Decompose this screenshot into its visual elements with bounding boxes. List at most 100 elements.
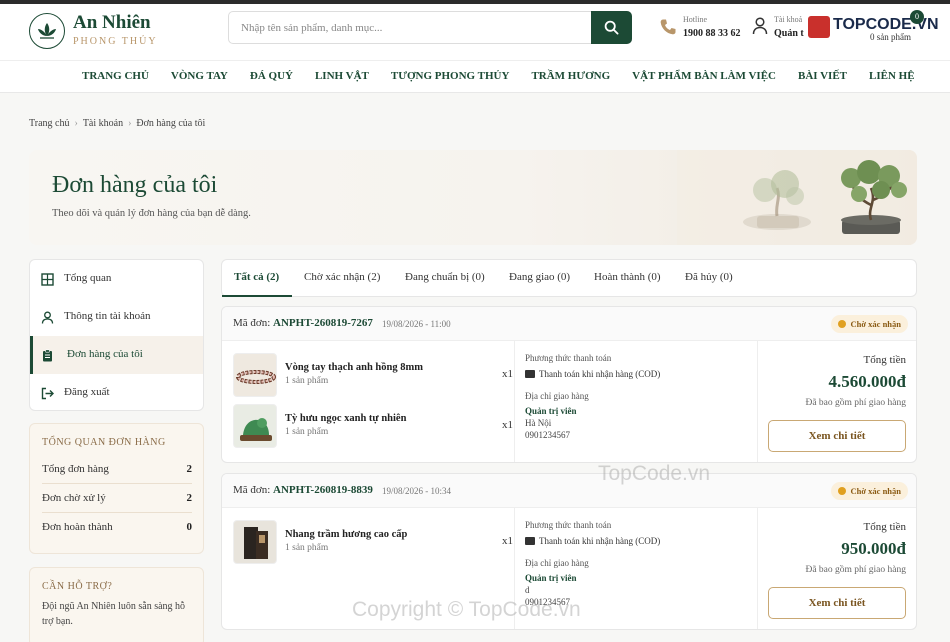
nav-item-1[interactable]: VÒNG TAY bbox=[171, 70, 228, 82]
nav-item-4[interactable]: TƯỢNG PHONG THỦY bbox=[391, 70, 510, 82]
order-delivery-info: Phương thức thanh toán Thanh toán khi nh… bbox=[525, 353, 755, 440]
main-nav: TRANG CHỦ VÒNG TAY ĐÁ QUÝ LINH VẬT TƯỢNG PHO… bbox=[0, 60, 950, 93]
order-summary-card: TỔNG QUAN ĐƠN HÀNG Tổng đơn hàng 2 Đơn c… bbox=[29, 423, 204, 554]
search-box bbox=[228, 11, 632, 44]
product-quantity: 1 sản phẩm bbox=[285, 543, 329, 553]
hotline[interactable]: Hotline 1900 88 33 62 bbox=[659, 15, 749, 45]
product-image bbox=[233, 404, 277, 448]
breadcrumb-home[interactable]: Trang chủ bbox=[29, 118, 69, 129]
breadcrumb-account[interactable]: Tài khoản bbox=[83, 118, 123, 129]
address-line: Hà Nội bbox=[525, 418, 552, 428]
order-total: Tổng tiền 4.560.000đ Đã bao gồm phí giao… bbox=[766, 354, 906, 408]
nav-item-0[interactable]: TRANG CHỦ bbox=[82, 70, 149, 82]
phone-number: 0901234567 bbox=[525, 430, 570, 440]
sidebar-item-logout[interactable]: Đăng xuất bbox=[30, 374, 203, 410]
account-menu[interactable]: Tài khoả Quản t bbox=[752, 15, 812, 45]
product-multiplier: x1 bbox=[502, 419, 513, 431]
summary-row-completed: Đơn hoàn thành 0 bbox=[42, 514, 192, 542]
order-card: Mã đơn: ANPHT-260819-7267 19/08/2026 - 1… bbox=[221, 306, 917, 463]
support-card: CẦN HỖ TRỢ? Đội ngũ An Nhiên luôn sẵn sà… bbox=[29, 567, 204, 642]
order-header: Mã đơn: ANPHT-260819-8839 19/08/2026 - 1… bbox=[222, 474, 916, 508]
order-total: Tổng tiền 950.000đ Đã bao gồm phí giao h… bbox=[766, 521, 906, 575]
tab-preparing[interactable]: Đang chuẩn bị (0) bbox=[405, 271, 485, 283]
tab-cancelled[interactable]: Đã hủy (0) bbox=[685, 271, 733, 283]
page-subtitle: Theo dõi và quản lý đơn hàng của bạn dễ … bbox=[52, 208, 251, 219]
sidebar-item-label: Đơn hàng của tôi bbox=[67, 348, 143, 360]
summary-row-pending: Đơn chờ xử lý 2 bbox=[42, 485, 192, 513]
account-sidebar: Tổng quan Thông tin tài khoản Đơn hàng c… bbox=[29, 259, 204, 411]
order-code: Mã đơn: ANPHT-260819-8839 bbox=[233, 484, 373, 496]
view-detail-button[interactable]: Xem chi tiết bbox=[768, 587, 906, 619]
status-badge: Chờ xác nhận bbox=[831, 315, 908, 333]
total-amount: 950.000đ bbox=[841, 539, 906, 558]
account-name: Quản t bbox=[774, 28, 804, 39]
product-quantity: 1 sản phẩm bbox=[285, 376, 329, 386]
product-quantity: 1 sản phẩm bbox=[285, 427, 329, 437]
tab-pending[interactable]: Chờ xác nhận (2) bbox=[304, 271, 380, 283]
logo-tagline: PHONG THỦY bbox=[73, 36, 158, 47]
sidebar-item-profile[interactable]: Thông tin tài khoản bbox=[30, 298, 203, 336]
bonsai-illustration bbox=[677, 150, 917, 245]
order-date: 19/08/2026 - 11:00 bbox=[382, 319, 451, 329]
nav-item-5[interactable]: TRẦM HƯƠNG bbox=[531, 70, 610, 82]
total-label: Tổng tiền bbox=[863, 354, 906, 366]
total-label: Tổng tiền bbox=[863, 521, 906, 533]
view-detail-button[interactable]: Xem chi tiết bbox=[768, 420, 906, 452]
product-image bbox=[233, 353, 277, 397]
summary-label: Tổng đơn hàng bbox=[42, 463, 109, 475]
order-item[interactable]: Nhang trầm hương cao cấp 1 sản phẩm x1 bbox=[233, 520, 513, 566]
order-status-tabs: Tất cả (2) Chờ xác nhận (2) Đang chuẩn b… bbox=[221, 259, 917, 297]
cart-count-badge: 0 bbox=[910, 10, 924, 24]
phone-icon bbox=[660, 19, 676, 35]
support-text: Đội ngũ An Nhiên luôn sẵn sàng hỗ trợ bạ… bbox=[42, 601, 186, 627]
watermark-copyright: Copyright © TopCode.vn bbox=[352, 598, 581, 621]
page-title: Đơn hàng của tôi bbox=[52, 172, 218, 198]
logout-icon bbox=[41, 387, 54, 400]
tab-completed[interactable]: Hoàn thành (0) bbox=[594, 271, 661, 283]
sidebar-item-label: Đăng xuất bbox=[64, 386, 110, 398]
hotline-label: Hotline bbox=[683, 15, 707, 24]
logo-name: An Nhiên bbox=[73, 12, 151, 33]
wallet-icon bbox=[525, 370, 535, 378]
sidebar-item-orders[interactable]: Đơn hàng của tôi bbox=[30, 336, 203, 374]
nav-item-7[interactable]: BÀI VIẾT bbox=[798, 70, 847, 82]
order-item[interactable]: Vòng tay thạch anh hồng 8mm 1 sản phẩm x… bbox=[233, 353, 513, 399]
total-note: Đã bao gồm phí giao hàng bbox=[805, 398, 906, 408]
column-divider bbox=[514, 341, 515, 462]
nav-item-8[interactable]: LIÊN HỆ bbox=[869, 70, 915, 82]
search-button[interactable] bbox=[591, 11, 632, 44]
nav-item-3[interactable]: LINH VẬT bbox=[315, 70, 369, 82]
site-logo[interactable]: An Nhiên PHONG THỦY bbox=[29, 9, 169, 53]
recipient-name: Quản trị viên bbox=[525, 573, 577, 583]
support-title: CẦN HỖ TRỢ? bbox=[42, 581, 113, 592]
product-name: Tỳ hưu ngọc xanh tự nhiên bbox=[285, 413, 407, 424]
summary-value: 2 bbox=[186, 463, 193, 475]
grid-icon bbox=[41, 273, 54, 286]
search-input[interactable] bbox=[229, 12, 591, 43]
total-note: Đã bao gồm phí giao hàng bbox=[805, 565, 906, 575]
order-header: Mã đơn: ANPHT-260819-7267 19/08/2026 - 1… bbox=[222, 307, 916, 341]
sidebar-item-overview[interactable]: Tổng quan bbox=[30, 260, 203, 298]
search-icon bbox=[604, 20, 619, 35]
address-line: d bbox=[525, 585, 530, 595]
sidebar-item-label: Thông tin tài khoản bbox=[64, 310, 151, 322]
product-name: Vòng tay thạch anh hồng 8mm bbox=[285, 362, 423, 373]
summary-label: Đơn hoàn thành bbox=[42, 521, 113, 533]
summary-title: TỔNG QUAN ĐƠN HÀNG bbox=[42, 437, 166, 448]
tab-all[interactable]: Tất cả (2) bbox=[234, 271, 279, 283]
account-label: Tài khoả bbox=[774, 15, 803, 24]
cart-area[interactable]: TOPCODE.VN 0 0 sản phẩm bbox=[808, 10, 939, 44]
nav-item-2[interactable]: ĐÁ QUÝ bbox=[250, 70, 293, 82]
column-divider bbox=[757, 341, 758, 462]
nav-item-6[interactable]: VẬT PHẨM BÀN LÀM VIỆC bbox=[632, 70, 776, 82]
order-item[interactable]: Tỳ hưu ngọc xanh tự nhiên 1 sản phẩm x1 bbox=[233, 404, 513, 450]
recipient-name: Quản trị viên bbox=[525, 406, 577, 416]
order-delivery-info: Phương thức thanh toán Thanh toán khi nh… bbox=[525, 520, 755, 607]
address-title: Địa chỉ giao hàng bbox=[525, 391, 589, 401]
address-title: Địa chỉ giao hàng bbox=[525, 558, 589, 568]
cart-items-text: 0 sản phẩm bbox=[870, 32, 911, 42]
payment-method-title: Phương thức thanh toán bbox=[525, 520, 612, 530]
payment-method: Thanh toán khi nhận hàng (COD) bbox=[525, 536, 755, 546]
column-divider bbox=[757, 508, 758, 629]
tab-shipping[interactable]: Đang giao (0) bbox=[509, 271, 570, 283]
